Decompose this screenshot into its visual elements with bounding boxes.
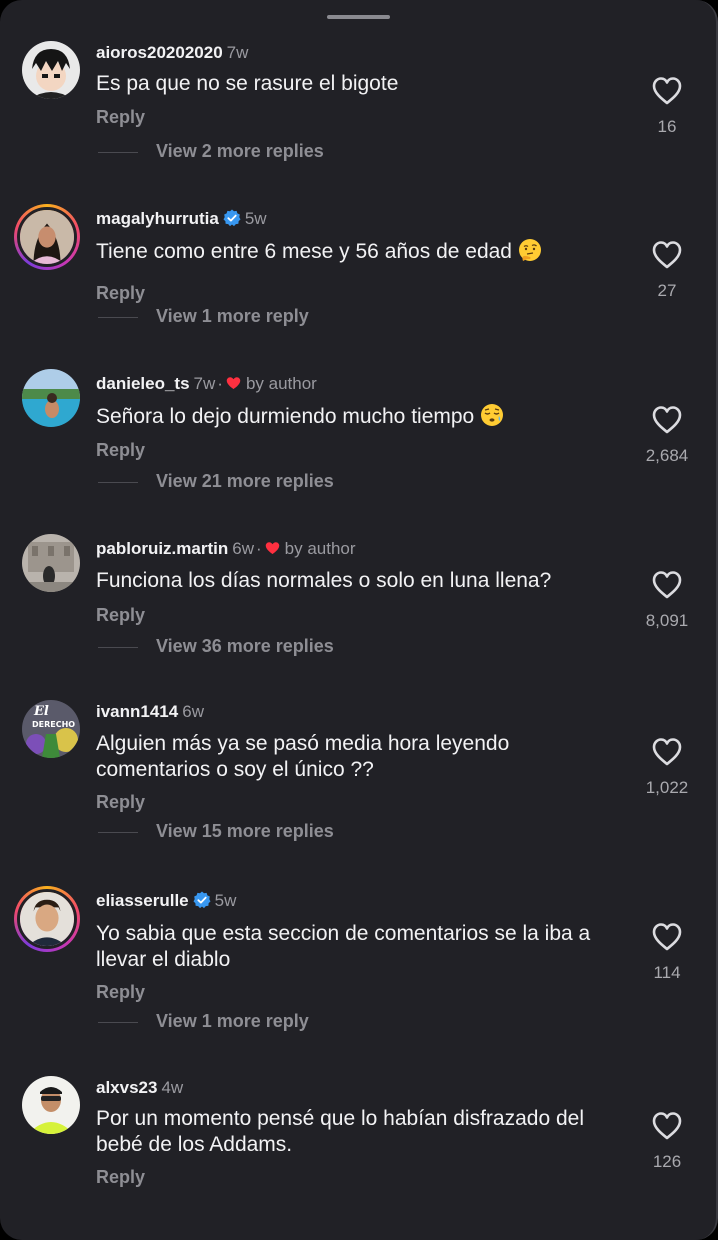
like-count: 1,022 — [645, 778, 689, 797]
like-count: 16 — [657, 117, 677, 136]
comment-text: Señora lo dejo durmiendo mucho tiempo — [96, 403, 616, 430]
avatar-art-text: El — [33, 704, 49, 719]
view-replies-label: View 1 more reply — [156, 306, 309, 326]
heart-outline-icon[interactable] — [651, 240, 683, 270]
username[interactable]: aioros20202020 — [96, 43, 223, 62]
heart-outline-icon[interactable] — [651, 405, 683, 435]
heart-outline-icon[interactable] — [651, 737, 683, 767]
heart-filled-icon — [265, 542, 279, 555]
liked-by-author-label: by author — [245, 374, 317, 393]
divider — [98, 831, 138, 833]
sheet-drag-handle[interactable] — [327, 15, 390, 19]
like-area: 1,022 — [636, 737, 698, 798]
view-replies-button[interactable]: View 1 more reply — [98, 306, 309, 327]
reply-button[interactable]: Reply — [96, 107, 145, 128]
timestamp: 5w — [214, 891, 237, 910]
heart-outline-icon[interactable] — [651, 1111, 683, 1141]
comment-meta: alxvs23 4w — [96, 1078, 183, 1098]
reply-button[interactable]: Reply — [96, 1167, 145, 1188]
divider — [98, 316, 138, 318]
comment-meta: pabloruiz.martin 6w · by author — [96, 539, 356, 559]
comment-text: Yo sabia que esta seccion de comentarios… — [96, 922, 591, 971]
reply-button[interactable]: Reply — [96, 440, 145, 461]
like-area: 27 — [636, 240, 698, 301]
reply-button[interactable]: Reply — [96, 605, 145, 626]
comment-text: Por un momento pensé que lo habían disfr… — [96, 1107, 584, 1156]
username[interactable]: ivann1414 — [96, 702, 178, 721]
separator-dot: · — [255, 539, 262, 558]
reply-button[interactable]: Reply — [96, 982, 145, 1003]
comment-text-body: Señora lo dejo durmiendo mucho tiempo — [96, 405, 475, 428]
heart-outline-icon[interactable] — [651, 76, 683, 106]
like-count: 114 — [653, 963, 681, 982]
comment-text: Tiene como entre 6 mese y 56 años de eda… — [96, 238, 616, 265]
comment-text: Alguien más ya se pasó media hora leyend… — [96, 732, 510, 781]
avatar[interactable]: El DERECHO — [22, 700, 80, 758]
view-replies-label: View 1 more reply — [156, 1011, 309, 1031]
timestamp: 6w — [232, 539, 254, 558]
avatar[interactable] — [22, 534, 80, 592]
comment-text: Es pa que no se rasure el bigote — [96, 72, 399, 95]
comment-meta: aioros20202020 7w — [96, 43, 248, 63]
timestamp: 4w — [161, 1078, 184, 1097]
avatar[interactable] — [22, 41, 80, 99]
view-replies-label: View 36 more replies — [156, 636, 334, 656]
verified-badge-icon — [193, 891, 211, 909]
avatar — [20, 892, 74, 946]
avatar-art-text: DERECHO — [32, 720, 75, 729]
comment-meta: eliasserulle 5w — [96, 891, 236, 911]
avatar[interactable] — [22, 1076, 80, 1134]
comment-text-body: Tiene como entre 6 mese y 56 años de eda… — [96, 240, 512, 263]
view-replies-label: View 15 more replies — [156, 821, 334, 841]
timestamp: 6w — [182, 702, 204, 721]
verified-badge-icon — [223, 209, 241, 227]
separator-dot: · — [217, 374, 223, 393]
like-area: 126 — [636, 1111, 698, 1172]
username[interactable]: eliasserulle — [96, 891, 189, 910]
like-count: 27 — [657, 281, 677, 300]
sleepy-face-emoji-icon — [481, 404, 504, 426]
divider — [98, 481, 138, 483]
comment-meta: danieleo_ts 7w · by author — [96, 374, 317, 394]
comment-meta: ivann1414 6w — [96, 702, 204, 722]
view-replies-label: View 21 more replies — [156, 471, 334, 491]
like-count: 8,091 — [645, 611, 689, 630]
avatar — [20, 210, 74, 264]
avatar-story-ring[interactable] — [14, 204, 80, 270]
view-replies-button[interactable]: View 1 more reply — [98, 1011, 309, 1032]
reply-button[interactable]: Reply — [96, 283, 145, 304]
like-area: 2,684 — [636, 405, 698, 466]
divider — [98, 1021, 138, 1023]
username[interactable]: alxvs23 — [96, 1078, 157, 1097]
heart-outline-icon[interactable] — [651, 570, 683, 600]
username[interactable]: danieleo_ts — [96, 374, 190, 393]
comment-meta: magalyhurrutia 5w — [96, 209, 267, 229]
username[interactable]: pabloruiz.martin — [96, 539, 228, 558]
timestamp: 7w — [193, 374, 216, 393]
username[interactable]: magalyhurrutia — [96, 209, 219, 228]
comment-text: Funciona los días normales o solo en lun… — [96, 569, 552, 592]
liked-by-author-label: by author — [284, 539, 356, 558]
like-area: 16 — [636, 76, 698, 137]
avatar[interactable] — [22, 369, 80, 427]
thinking-face-emoji-icon — [518, 239, 541, 261]
heart-filled-icon — [226, 377, 241, 390]
like-area: 114 — [636, 922, 698, 983]
comments-sheet: aioros20202020 7w Es pa que no se rasure … — [0, 0, 718, 1240]
view-replies-button[interactable]: View 2 more replies — [98, 141, 324, 162]
reply-button[interactable]: Reply — [96, 792, 145, 813]
view-replies-button[interactable]: View 21 more replies — [98, 471, 334, 492]
like-area: 8,091 — [636, 570, 698, 631]
view-replies-button[interactable]: View 36 more replies — [98, 636, 334, 657]
view-replies-label: View 2 more replies — [156, 141, 324, 161]
divider — [98, 646, 138, 648]
timestamp: 7w — [226, 43, 249, 62]
view-replies-button[interactable]: View 15 more replies — [98, 821, 334, 842]
timestamp: 5w — [244, 209, 267, 228]
like-count: 2,684 — [645, 446, 689, 465]
heart-outline-icon[interactable] — [651, 922, 683, 952]
divider — [98, 151, 138, 153]
like-count: 126 — [652, 1152, 682, 1171]
avatar-story-ring[interactable] — [14, 886, 80, 952]
